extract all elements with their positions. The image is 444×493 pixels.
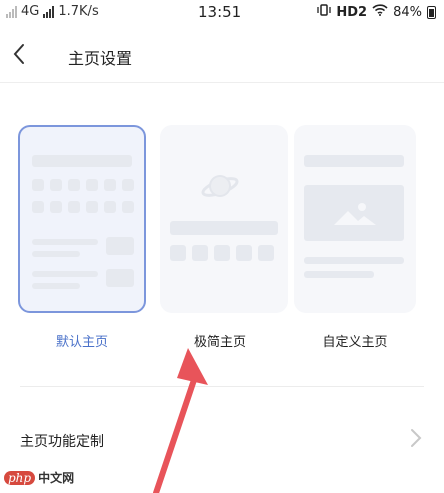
watermark-text: 中文网 <box>38 471 75 485</box>
custom-home-label[interactable]: 自定义主页 <box>290 331 420 350</box>
watermark-brand: php <box>4 470 36 485</box>
back-button[interactable] <box>10 42 30 66</box>
image-placeholder-icon <box>334 203 376 225</box>
planet-icon <box>201 175 239 197</box>
chevron-right-icon <box>411 429 422 447</box>
watermark-logo: php 中文网 <box>4 469 74 486</box>
status-bar: 4G 1.7K/s 13:51 HD2 84% <box>0 0 444 26</box>
hd-label: HD2 <box>336 4 368 20</box>
status-right: HD2 84% <box>317 4 436 20</box>
wifi-icon <box>372 4 388 20</box>
page-title: 主页设置 <box>68 49 133 68</box>
divider <box>20 386 424 387</box>
simple-home-card[interactable] <box>160 125 288 313</box>
network-type: 4G <box>21 4 40 19</box>
simple-home-label[interactable]: 极简主页 <box>155 331 285 350</box>
default-home-label[interactable]: 默认主页 <box>17 331 147 350</box>
custom-home-card[interactable] <box>294 125 416 313</box>
default-home-card[interactable] <box>18 125 146 313</box>
home-function-customize-label: 主页功能定制 <box>20 434 104 450</box>
signal-sim2-icon <box>43 5 55 18</box>
header: 主页设置 <box>0 26 444 83</box>
signal-sim1-icon <box>6 5 17 18</box>
vibrate-icon <box>317 4 332 20</box>
battery-icon <box>427 5 436 19</box>
status-left: 4G 1.7K/s <box>6 4 99 19</box>
home-function-customize-row[interactable]: 主页功能定制 <box>0 412 444 466</box>
battery-level: 84% <box>393 4 422 20</box>
status-time: 13:51 <box>198 3 242 21</box>
network-speed: 1.7K/s <box>58 4 99 19</box>
chevron-left-icon <box>13 44 24 64</box>
